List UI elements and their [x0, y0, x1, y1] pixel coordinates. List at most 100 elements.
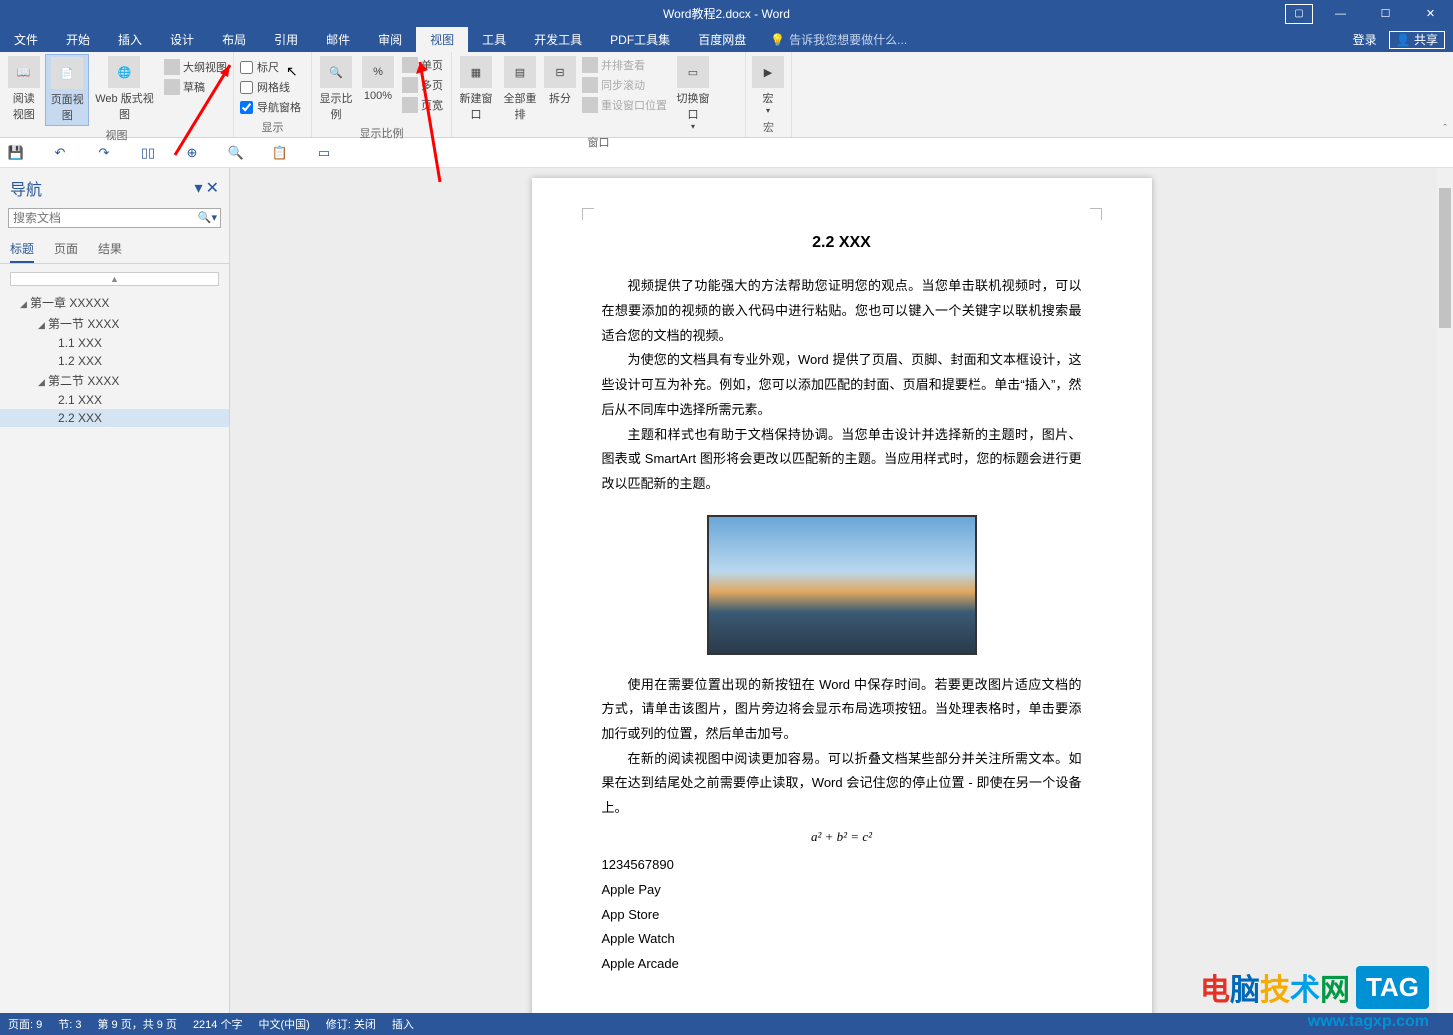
paragraph: 主题和样式也有助于文档保持协调。当您单击设计并选择新的主题时，图片、图表或 Sm… [602, 423, 1082, 497]
heading: 2.2 XXX [602, 228, 1082, 258]
ribbon-group-views: 📖阅读 视图 📄页面视图 🌐Web 版式视图 大纲视图 草稿 视图 [0, 52, 234, 137]
zoom-100-icon: % [362, 56, 394, 88]
tab-view[interactable]: 视图 [416, 27, 468, 52]
redo-icon[interactable]: ↷ [94, 143, 114, 163]
read-mode-button[interactable]: 📖阅读 视图 [2, 54, 45, 124]
print-layout-button[interactable]: 📄页面视图 [45, 54, 88, 126]
reset-window-button[interactable]: 重设窗口位置 [578, 96, 671, 114]
ribbon-group-zoom: 🔍显示比例 %100% 单页 多页 页宽 显示比例 [312, 52, 452, 137]
ribbon-group-window: ▦新建窗口 ▤全部重排 ⊟拆分 并排查看 同步滚动 重设窗口位置 ▭切换窗口▾ … [452, 52, 746, 137]
login-link[interactable]: 登录 [1353, 31, 1377, 48]
tab-tools[interactable]: 工具 [468, 27, 520, 52]
nav-tab-results[interactable]: 结果 [98, 236, 122, 263]
one-page-icon [402, 57, 418, 73]
draft-view-button[interactable]: 草稿 [160, 78, 231, 96]
text-line: 1234567890 [602, 853, 1082, 878]
collapse-ribbon-icon[interactable]: ˆ [1443, 123, 1447, 135]
multi-page-button[interactable]: 多页 [398, 76, 447, 94]
zoom-button[interactable]: 🔍显示比例 [314, 54, 358, 124]
tab-home[interactable]: 开始 [52, 27, 104, 52]
maximize-button[interactable]: ☐ [1363, 0, 1408, 27]
expand-icon[interactable]: ◢ [20, 299, 30, 310]
status-section[interactable]: 节: 3 [58, 1016, 81, 1032]
formula: a² + b² = c² [602, 825, 1082, 850]
qat-icon-7[interactable]: 📋 [270, 143, 290, 163]
tab-insert[interactable]: 插入 [104, 27, 156, 52]
switch-windows-button[interactable]: ▭切换窗口▾ [671, 54, 715, 133]
minimize-button[interactable]: — [1318, 0, 1363, 27]
watermark: 电脑技术网 TAG [1200, 965, 1429, 1009]
page-width-button[interactable]: 页宽 [398, 96, 447, 114]
split-button[interactable]: ⊟拆分 [542, 54, 578, 108]
tab-layout[interactable]: 布局 [208, 27, 260, 52]
status-page-of[interactable]: 第 9 页，共 9 页 [97, 1016, 176, 1032]
tab-developer[interactable]: 开发工具 [520, 27, 596, 52]
qat-icon-8[interactable]: ▭ [314, 143, 334, 163]
tree-node[interactable]: ◢第一章 XXXXX [0, 292, 229, 313]
qat-icon-6[interactable]: 🔍 [226, 143, 246, 163]
qat-icon-5[interactable]: ⊕ [182, 143, 202, 163]
document-image [707, 515, 977, 655]
expand-icon[interactable]: ◢ [38, 377, 48, 388]
sync-scroll-button[interactable]: 同步滚动 [578, 76, 671, 94]
multi-page-icon [402, 77, 418, 93]
close-button[interactable]: ✕ [1408, 0, 1453, 27]
view-side-by-side-button[interactable]: 并排查看 [578, 56, 671, 74]
tab-file[interactable]: 文件 [0, 27, 52, 52]
watermark-tag: TAG [1356, 966, 1429, 1009]
outline-view-button[interactable]: 大纲视图 [160, 58, 231, 76]
search-input[interactable] [8, 208, 221, 228]
document-area[interactable]: 2.2 XXX 视频提供了功能强大的方法帮助您证明您的观点。当您单击联机视频时，… [230, 168, 1453, 1013]
gridlines-checkbox[interactable]: 网格线 [236, 78, 305, 96]
status-insert[interactable]: 插入 [392, 1016, 414, 1032]
save-icon[interactable]: 💾 [6, 143, 26, 163]
zoom-100-button[interactable]: %100% [358, 54, 398, 104]
tab-references[interactable]: 引用 [260, 27, 312, 52]
tree-node-selected[interactable]: 2.2 XXX [0, 409, 229, 427]
tree-node[interactable]: 2.1 XXX [0, 391, 229, 409]
reset-window-icon [582, 97, 598, 113]
tab-design[interactable]: 设计 [156, 27, 208, 52]
expand-icon[interactable]: ◢ [38, 320, 48, 331]
navpane-checkbox[interactable]: 导航窗格 [236, 98, 305, 116]
nav-tree: ◢第一章 XXXXX ◢第一节 XXXX 1.1 XXX 1.2 XXX ◢第二… [0, 290, 229, 429]
tree-node[interactable]: ◢第二节 XXXX [0, 370, 229, 391]
tree-node[interactable]: 1.1 XXX [0, 334, 229, 352]
macros-button[interactable]: ▶宏▾ [748, 54, 788, 117]
web-layout-button[interactable]: 🌐Web 版式视图 [89, 54, 160, 124]
qat-icon-4[interactable]: ▯▯ [138, 143, 158, 163]
nav-tab-pages[interactable]: 页面 [54, 236, 78, 263]
ribbon-group-macros: ▶宏▾ 宏 [746, 52, 792, 137]
one-page-button[interactable]: 单页 [398, 56, 447, 74]
tab-mailings[interactable]: 邮件 [312, 27, 364, 52]
tell-me-box[interactable]: 💡 告诉我您想要做什么... [770, 27, 907, 52]
vertical-scrollbar[interactable] [1437, 168, 1453, 1013]
macros-icon: ▶ [752, 56, 784, 88]
nav-jump-bar[interactable]: ▲ [10, 272, 219, 286]
status-language[interactable]: 中文(中国) [258, 1016, 309, 1032]
share-button[interactable]: 👤 共享 [1389, 31, 1445, 49]
tree-node[interactable]: 1.2 XXX [0, 352, 229, 370]
nav-dropdown-icon[interactable]: ▾ [195, 180, 203, 197]
status-page[interactable]: 页面: 9 [8, 1016, 42, 1032]
nav-close-icon[interactable]: ✕ [206, 180, 219, 197]
web-layout-icon: 🌐 [108, 56, 140, 88]
new-window-button[interactable]: ▦新建窗口 [454, 54, 498, 124]
side-by-side-icon [582, 57, 598, 73]
tab-pdf[interactable]: PDF工具集 [596, 27, 684, 52]
tab-baidu[interactable]: 百度网盘 [684, 27, 760, 52]
status-words[interactable]: 2214 个字 [193, 1016, 243, 1032]
arrange-all-button[interactable]: ▤全部重排 [498, 54, 542, 124]
zoom-icon: 🔍 [320, 56, 352, 88]
nav-tab-headings[interactable]: 标题 [10, 236, 34, 263]
ribbon-group-show: 标尺 网格线 导航窗格 显示 [234, 52, 312, 137]
tree-node[interactable]: ◢第一节 XXXX [0, 313, 229, 334]
ribbon-display-options-icon[interactable]: ▢ [1285, 4, 1313, 24]
undo-icon[interactable]: ↶ [50, 143, 70, 163]
status-track[interactable]: 修订: 关闭 [326, 1016, 376, 1032]
tab-review[interactable]: 审阅 [364, 27, 416, 52]
search-icon[interactable]: 🔍▾ [198, 211, 217, 224]
scrollbar-thumb[interactable] [1439, 188, 1451, 328]
lightbulb-icon: 💡 [770, 33, 785, 47]
watermark-url: www.tagxp.com [1308, 1013, 1429, 1031]
